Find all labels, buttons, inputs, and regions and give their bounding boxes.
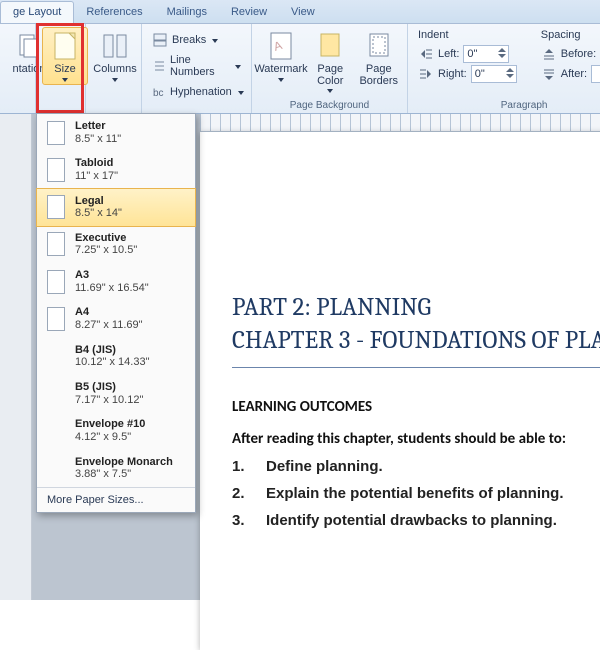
size-dropdown: Letter8.5" x 11"Tabloid11" x 17"Legal8.5…: [36, 113, 196, 513]
page-borders-icon: [363, 30, 395, 62]
line-numbers-button[interactable]: Line Numbers: [148, 51, 245, 81]
watermark-button[interactable]: A Watermark: [258, 27, 304, 85]
hyphenation-button[interactable]: bcHyphenation: [148, 81, 245, 103]
tab-review[interactable]: Review: [219, 2, 279, 23]
tab-references[interactable]: References: [74, 2, 154, 23]
size-option-envelope-10[interactable]: Envelope #104.12" x 9.5": [37, 412, 195, 449]
doc-heading-1: PART 2: PLANNING: [232, 292, 600, 325]
left-gutter: [0, 114, 32, 600]
group-page-background: Page Background: [258, 99, 401, 111]
size-option-b4-jis-[interactable]: B4 (JIS)10.12" x 14.33": [37, 338, 195, 375]
doc-heading-2: CHAPTER 3 - FOUNDATIONS OF PLANNING: [232, 325, 600, 358]
columns-icon: [99, 30, 131, 62]
page-icon: [47, 307, 65, 331]
indent-left-icon: [418, 46, 434, 62]
size-option-b5-jis-[interactable]: B5 (JIS)7.17" x 10.12": [37, 375, 195, 412]
spacing-heading: Spacing: [541, 29, 600, 44]
list-item: 3.Identify potential drawbacks to planni…: [232, 512, 600, 529]
ribbon: ntation Size Columns Breaks Line Numbers…: [0, 24, 600, 114]
spacing-after-input[interactable]: [591, 65, 600, 83]
horizontal-ruler[interactable]: [200, 114, 600, 132]
doc-divider: [232, 367, 600, 368]
list-item: 2.Explain the potential benefits of plan…: [232, 485, 600, 502]
indent-left-input[interactable]: 0": [463, 45, 509, 63]
line-numbers-icon: [152, 58, 166, 74]
page-icon: [47, 195, 65, 219]
chevron-down-icon: [212, 39, 218, 43]
size-option-a3[interactable]: A311.69" x 16.54": [37, 263, 195, 300]
hyphenation-icon: bc: [152, 84, 166, 100]
page-icon: [47, 232, 65, 256]
size-option-letter[interactable]: Letter8.5" x 11": [37, 114, 195, 151]
more-paper-sizes[interactable]: More Paper Sizes...: [37, 487, 195, 512]
page-icon: [47, 158, 65, 182]
tab-page-layout[interactable]: ge Layout: [0, 1, 74, 23]
size-option-executive[interactable]: Executive7.25" x 10.5": [37, 226, 195, 263]
document-page: PART 2: PLANNING CHAPTER 3 - FOUNDATIONS…: [200, 132, 600, 650]
tab-mailings[interactable]: Mailings: [155, 2, 219, 23]
indent-heading: Indent: [418, 29, 517, 44]
size-option-envelope-monarch[interactable]: Envelope Monarch3.88" x 7.5": [37, 450, 195, 487]
size-option-legal[interactable]: Legal8.5" x 14": [37, 189, 195, 226]
watermark-icon: A: [265, 30, 297, 62]
chevron-down-icon: [278, 78, 284, 82]
svg-text:bc: bc: [153, 88, 164, 99]
page-color-icon: [314, 30, 346, 62]
indent-right-icon: [418, 66, 434, 82]
spacing-after-icon: [541, 66, 557, 82]
chevron-down-icon: [112, 78, 118, 82]
chevron-down-icon: [235, 65, 241, 69]
columns-label: Columns: [93, 64, 136, 76]
indent-right-input[interactable]: 0": [471, 65, 517, 83]
ribbon-tabs: ge Layout References Mailings Review Vie…: [0, 0, 600, 24]
annotation-highlight: [36, 23, 84, 113]
breaks-button[interactable]: Breaks: [148, 29, 245, 51]
page-icon: [47, 121, 65, 145]
page-borders-button[interactable]: Page Borders: [356, 27, 401, 90]
doc-subheading: LEARNING OUTCOMES: [232, 398, 600, 416]
spacing-before-icon: [541, 46, 557, 62]
list-item: 1.Define planning.: [232, 458, 600, 475]
page-icon: [47, 270, 65, 294]
chevron-down-icon: [238, 91, 244, 95]
group-paragraph: Paragraph: [414, 99, 600, 111]
columns-button[interactable]: Columns: [92, 27, 138, 85]
doc-lead: After reading this chapter, students sho…: [232, 430, 600, 448]
page-color-button[interactable]: Page Color: [308, 27, 352, 96]
size-option-tabloid[interactable]: Tabloid11" x 17": [37, 151, 195, 188]
chevron-down-icon: [327, 89, 333, 93]
breaks-icon: [152, 32, 168, 48]
doc-list: 1.Define planning. 2.Explain the potentia…: [232, 458, 600, 529]
tab-view[interactable]: View: [279, 2, 327, 23]
size-option-a4[interactable]: A48.27" x 11.69": [37, 300, 195, 337]
